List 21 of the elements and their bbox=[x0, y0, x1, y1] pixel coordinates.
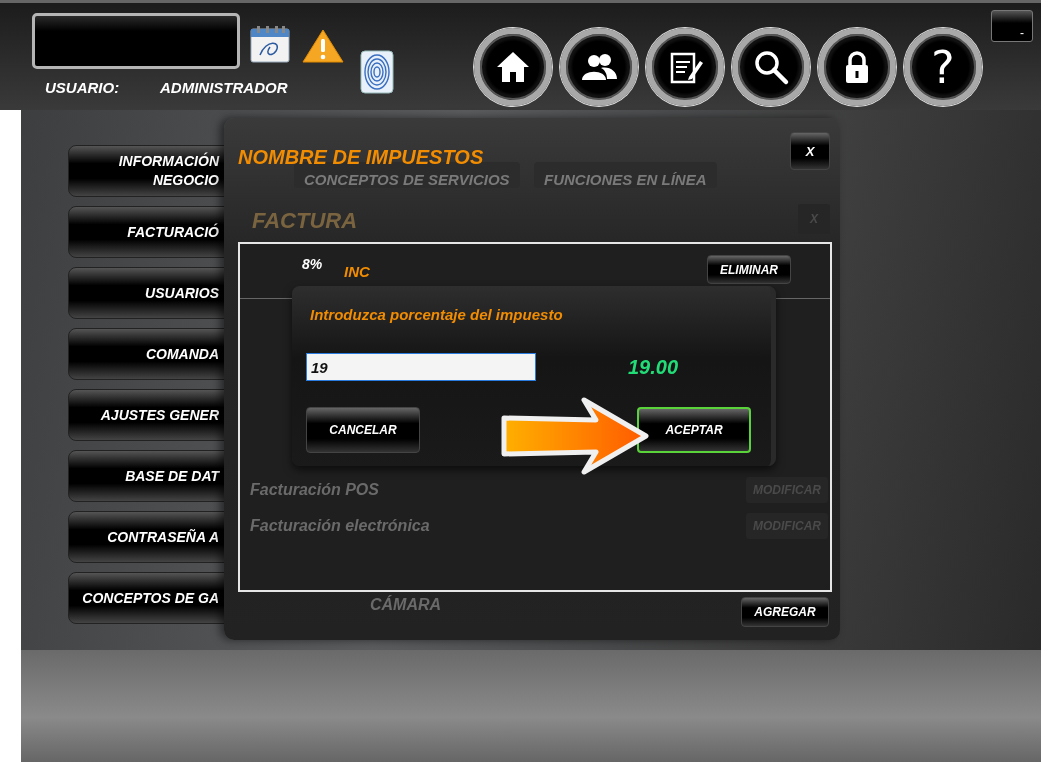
user-label: USUARIO: bbox=[45, 79, 120, 96]
section-title: FACTURA bbox=[252, 208, 358, 234]
user-name: ADMINISTRADOR bbox=[160, 79, 288, 96]
warning-icon[interactable] bbox=[302, 28, 344, 64]
percentage-value: 19.00 bbox=[628, 355, 679, 379]
help-button[interactable]: ? bbox=[904, 28, 982, 106]
setting-label: Facturación POS bbox=[250, 481, 379, 499]
tax-rate: 8% bbox=[302, 256, 323, 272]
close-button[interactable]: X bbox=[790, 132, 830, 170]
tax-name: INC bbox=[344, 263, 370, 280]
delete-button[interactable]: ELIMINAR bbox=[707, 255, 791, 284]
calendar-icon[interactable] bbox=[250, 25, 290, 63]
cancel-button[interactable]: CANCELAR bbox=[306, 407, 420, 453]
add-button[interactable]: AGREGAR bbox=[741, 597, 829, 627]
setting-label: Facturación electrónica bbox=[250, 517, 430, 535]
camera-label: CÁMARA bbox=[370, 596, 442, 614]
prompt-label: Introduzca porcentaje del impuesto bbox=[310, 306, 564, 323]
fingerprint-icon[interactable] bbox=[360, 50, 394, 94]
accept-button[interactable]: ACEPTAR bbox=[637, 407, 751, 453]
minimize-button[interactable]: - bbox=[991, 10, 1033, 42]
percentage-input-field[interactable]: 19 bbox=[306, 353, 536, 381]
